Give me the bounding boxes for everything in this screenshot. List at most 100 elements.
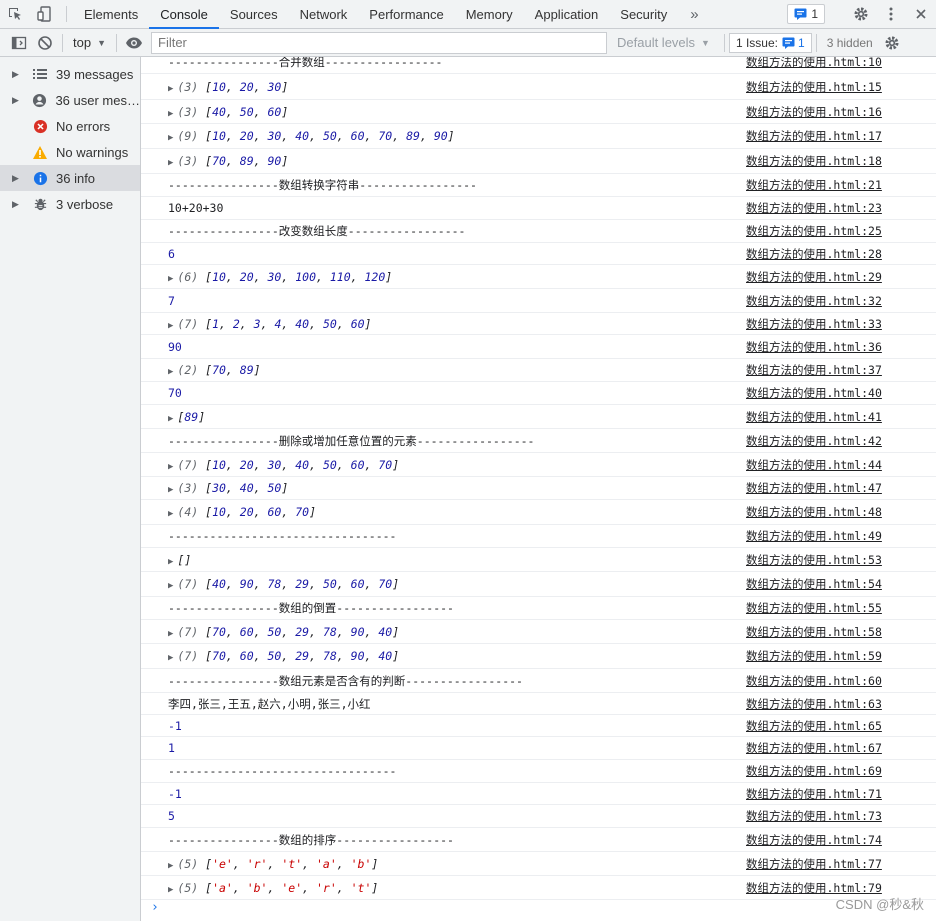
source-link[interactable]: 数组方法的使用.html:55 (746, 600, 936, 616)
source-link[interactable]: 数组方法的使用.html:47 (746, 480, 936, 496)
sidebar-item-bug[interactable]: ▶ 3 verbose (0, 191, 140, 217)
expand-triangle-icon[interactable]: ▶ (168, 509, 173, 519)
expand-triangle-icon[interactable]: ▶ (168, 885, 173, 895)
source-link[interactable]: 数组方法的使用.html:53 (746, 552, 936, 568)
source-link[interactable]: 数组方法的使用.html:32 (746, 293, 936, 309)
expand-triangle-icon[interactable]: ▶ (168, 274, 173, 284)
console-message[interactable]: ▶ (3) [40, 50, 60] (141, 105, 746, 119)
expand-triangle-icon[interactable]: ▶ (168, 629, 173, 639)
source-link[interactable]: 数组方法的使用.html:18 (746, 153, 936, 169)
source-link[interactable]: 数组方法的使用.html:15 (746, 79, 936, 95)
source-link[interactable]: 数组方法的使用.html:42 (746, 433, 936, 449)
console-message[interactable]: ▶ (3) [10, 20, 30] (141, 80, 746, 94)
source-link[interactable]: 数组方法的使用.html:63 (746, 696, 936, 712)
console-message[interactable]: ▶[] (141, 553, 746, 567)
console-settings-gear-icon[interactable] (879, 30, 905, 56)
console-message[interactable]: ▶ (2) [70, 89] (141, 363, 746, 377)
expand-triangle-icon[interactable]: ▶ (168, 653, 173, 663)
source-link[interactable]: 数组方法的使用.html:58 (746, 624, 936, 640)
source-link[interactable]: 数组方法的使用.html:29 (746, 269, 936, 285)
source-link[interactable]: 数组方法的使用.html:77 (746, 856, 936, 872)
sidebar-item-list[interactable]: ▶ 39 messages (0, 61, 140, 87)
more-tabs-button[interactable]: » (678, 0, 710, 28)
console-messages-badge[interactable]: 1 (787, 4, 825, 24)
console-message[interactable]: ▶ (5) ['a', 'b', 'e', 'r', 't'] (141, 881, 746, 895)
sidebar-item-error[interactable]: No errors (0, 113, 140, 139)
sidebar-item-warning[interactable]: No warnings (0, 139, 140, 165)
expand-triangle-icon[interactable]: ▶ (168, 109, 173, 119)
log-levels-dropdown[interactable]: Default levels ▼ (607, 35, 720, 50)
source-link[interactable]: 数组方法的使用.html:44 (746, 457, 936, 473)
tab-network[interactable]: Network (289, 0, 359, 28)
source-link[interactable]: 数组方法的使用.html:36 (746, 339, 936, 355)
console-message[interactable]: ▶ (7) [70, 60, 50, 29, 78, 90, 40] (141, 649, 746, 663)
tab-performance[interactable]: Performance (358, 0, 454, 28)
source-link[interactable]: 数组方法的使用.html:73 (746, 808, 936, 824)
source-link[interactable]: 数组方法的使用.html:33 (746, 316, 936, 332)
console-prompt-icon[interactable]: › (151, 900, 159, 915)
console-message[interactable]: ▶ (4) [10, 20, 60, 70] (141, 505, 746, 519)
inspect-element-icon[interactable] (0, 0, 30, 28)
expand-triangle-icon[interactable]: ▶ (168, 485, 173, 495)
context-selector[interactable]: top ▼ (67, 35, 112, 50)
more-options-icon[interactable] (876, 6, 906, 22)
source-link[interactable]: 数组方法的使用.html:23 (746, 200, 936, 216)
source-link[interactable]: 数组方法的使用.html:37 (746, 362, 936, 378)
source-link[interactable]: 数组方法的使用.html:21 (746, 177, 936, 193)
show-sidebar-icon[interactable] (6, 30, 32, 56)
clear-console-icon[interactable] (32, 30, 58, 56)
console-message[interactable]: ▶ (3) [70, 89, 90] (141, 154, 746, 168)
source-link[interactable]: 数组方法的使用.html:41 (746, 409, 936, 425)
sidebar-item-info[interactable]: ▶ 36 info (0, 165, 140, 191)
source-link[interactable]: 数组方法的使用.html:65 (746, 718, 936, 734)
close-devtools-icon[interactable] (906, 7, 936, 21)
expand-triangle-icon[interactable]: ▶ (168, 462, 173, 472)
source-link[interactable]: 数组方法的使用.html:67 (746, 740, 936, 756)
source-link[interactable]: 数组方法的使用.html:17 (746, 128, 936, 144)
tab-sources[interactable]: Sources (219, 0, 289, 28)
console-message[interactable]: ▶ (6) [10, 20, 30, 100, 110, 120] (141, 270, 746, 284)
expand-triangle-icon[interactable]: ▶ (168, 321, 173, 331)
source-link[interactable]: 数组方法的使用.html:28 (746, 246, 936, 262)
expand-triangle-icon[interactable]: ▶ (168, 557, 173, 567)
source-link[interactable]: 数组方法的使用.html:60 (746, 673, 936, 689)
sidebar-item-user[interactable]: ▶ 36 user mes… (0, 87, 140, 113)
console-message[interactable]: ▶ (7) [70, 60, 50, 29, 78, 90, 40] (141, 625, 746, 639)
device-toolbar-icon[interactable] (30, 0, 60, 28)
console-message[interactable]: ▶ (3) [30, 40, 50] (141, 481, 746, 495)
expand-triangle-icon[interactable]: ▶ (168, 581, 173, 591)
expand-arrow-icon[interactable]: ▶ (12, 173, 24, 184)
source-link[interactable]: 数组方法的使用.html:25 (746, 223, 936, 239)
expand-triangle-icon[interactable]: ▶ (168, 158, 173, 168)
console-message[interactable]: ▶ [89] (141, 410, 746, 424)
expand-arrow-icon[interactable]: ▶ (12, 95, 24, 106)
console-message[interactable]: ▶ (7) [1, 2, 3, 4, 40, 50, 60] (141, 317, 746, 331)
expand-triangle-icon[interactable]: ▶ (168, 414, 173, 424)
expand-triangle-icon[interactable]: ▶ (168, 861, 173, 871)
filter-input[interactable] (151, 31, 607, 54)
live-expression-eye-icon[interactable] (121, 30, 147, 56)
source-link[interactable]: 数组方法的使用.html:69 (746, 763, 936, 779)
tab-elements[interactable]: Elements (73, 0, 149, 28)
console-message[interactable]: ▶ (9) [10, 20, 30, 40, 50, 60, 70, 89, 90… (141, 129, 746, 143)
expand-triangle-icon[interactable]: ▶ (168, 84, 173, 94)
console-message[interactable]: ▶ (5) ['e', 'r', 't', 'a', 'b'] (141, 857, 746, 871)
issues-button[interactable]: 1 Issue: 1 (728, 32, 812, 53)
console-message[interactable]: ▶ (7) [10, 20, 30, 40, 50, 60, 70] (141, 458, 746, 472)
tab-application[interactable]: Application (524, 0, 610, 28)
source-link[interactable]: 数组方法的使用.html:40 (746, 385, 936, 401)
source-link[interactable]: 数组方法的使用.html:74 (746, 832, 936, 848)
tab-memory[interactable]: Memory (455, 0, 524, 28)
expand-triangle-icon[interactable]: ▶ (168, 367, 173, 377)
source-link[interactable]: 数组方法的使用.html:48 (746, 504, 936, 520)
source-link[interactable]: 数组方法的使用.html:59 (746, 648, 936, 664)
console-message[interactable]: ▶ (7) [40, 90, 78, 29, 50, 60, 70] (141, 577, 746, 591)
expand-triangle-icon[interactable]: ▶ (168, 133, 173, 143)
tab-security[interactable]: Security (609, 0, 678, 28)
source-link[interactable]: 数组方法的使用.html:54 (746, 576, 936, 592)
source-link[interactable]: 数组方法的使用.html:16 (746, 104, 936, 120)
source-link[interactable]: 数组方法的使用.html:49 (746, 528, 936, 544)
source-link[interactable]: 数组方法的使用.html:71 (746, 786, 936, 802)
tab-console[interactable]: Console (149, 0, 219, 29)
settings-gear-icon[interactable] (846, 6, 876, 22)
